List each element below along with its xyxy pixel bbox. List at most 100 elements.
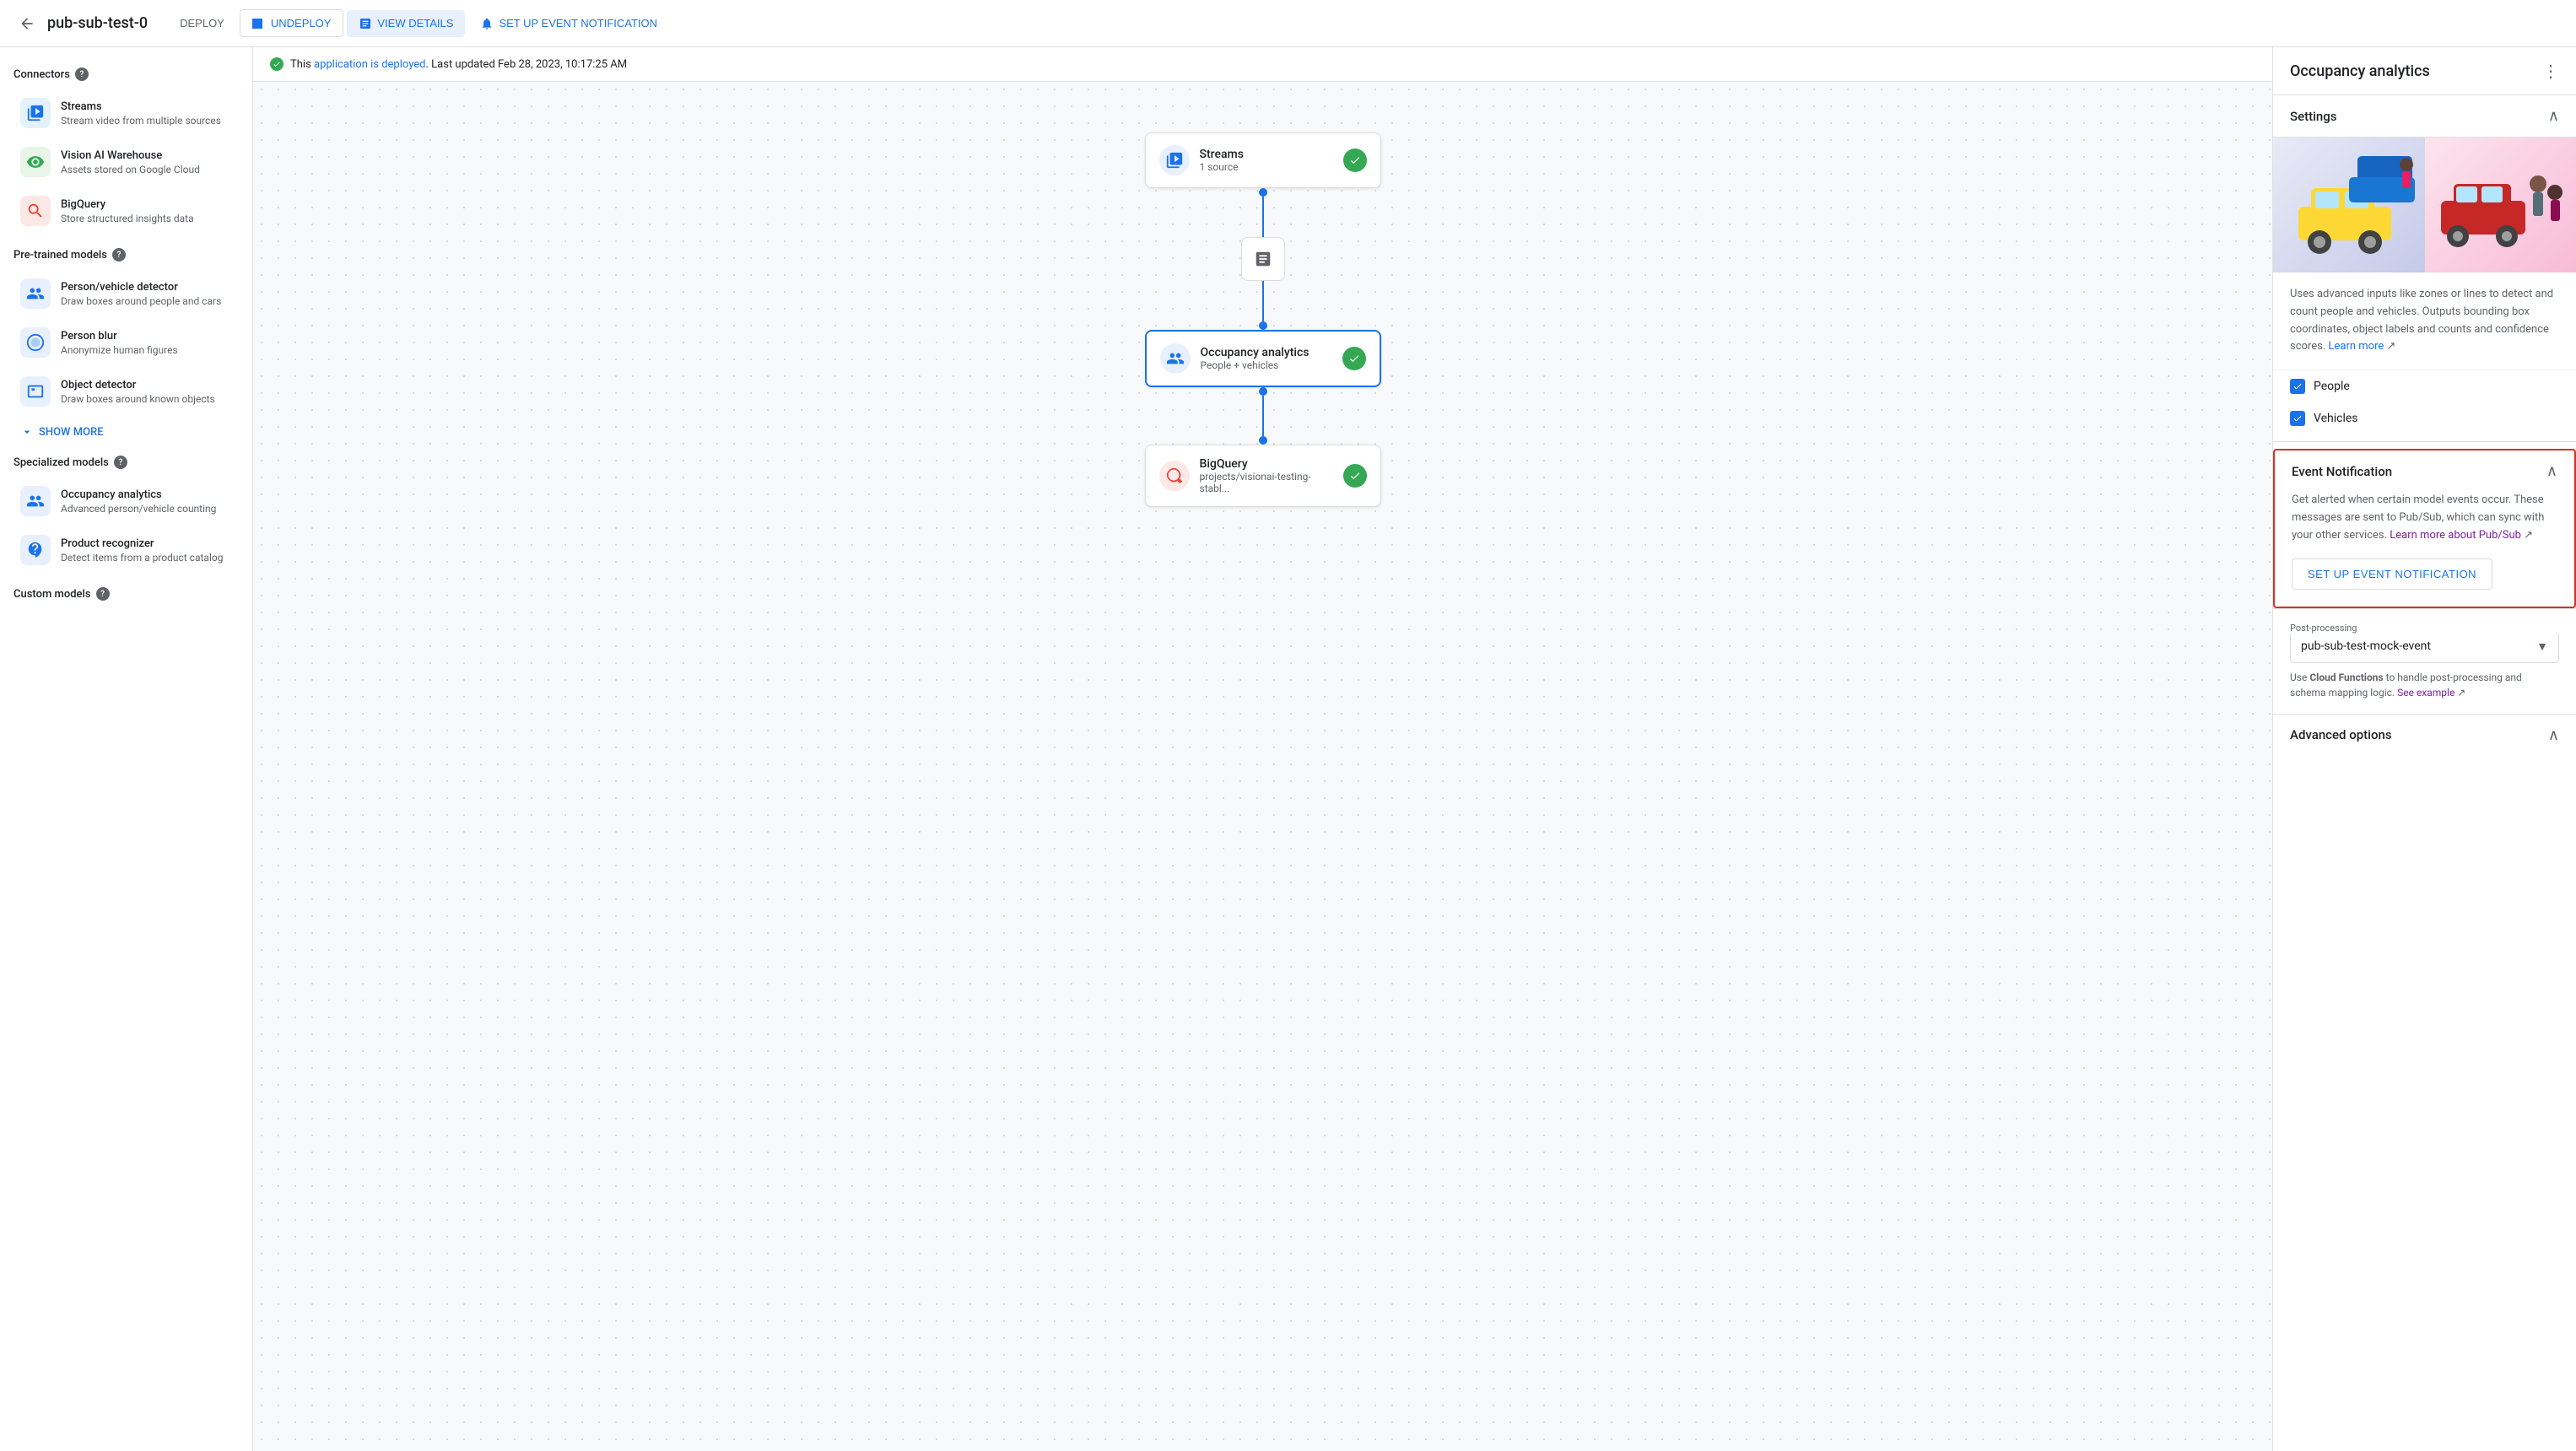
post-processing-select[interactable]: pub-sub-test-mock-event ▼: [2290, 630, 2559, 663]
product-recognizer-desc: Detect items from a product catalog: [61, 552, 232, 564]
connector-1: [1241, 188, 1285, 330]
setup-event-btn[interactable]: SET UP EVENT NOTIFICATION: [2292, 558, 2492, 590]
product-recognizer-title: Product recognizer: [61, 537, 232, 550]
canvas-area: This application is deployed. Last updat…: [253, 47, 2272, 1451]
status-dot: [270, 57, 284, 71]
sidebar: Connectors ? Streams Stream video from m…: [0, 47, 253, 1451]
sidebar-item-occupancy[interactable]: Occupancy analytics Advanced person/vehi…: [7, 477, 246, 525]
sidebar-item-vision-ai[interactable]: Vision AI Warehouse Assets stored on Goo…: [7, 138, 246, 186]
pretrained-help-icon[interactable]: ?: [112, 248, 126, 262]
streams-icon: [20, 98, 51, 128]
sidebar-item-person-blur[interactable]: Person blur Anonymize human figures: [7, 319, 246, 366]
settings-section-header: Settings ∧: [2273, 95, 2576, 138]
panel-menu-icon[interactable]: ⋮: [2542, 61, 2559, 81]
person-blur-title: Person blur: [61, 330, 232, 343]
undeploy-button[interactable]: UNDEPLOY: [240, 9, 344, 37]
advanced-toggle[interactable]: ∧: [2548, 726, 2559, 744]
connectors-help-icon[interactable]: ?: [75, 67, 89, 81]
bigquery-title: BigQuery: [61, 198, 232, 211]
cars-illustration-right: [2433, 142, 2568, 268]
product-recognizer-icon: [20, 535, 51, 565]
vision-ai-icon: [20, 147, 51, 177]
person-vehicle-icon: [20, 278, 51, 309]
bigquery-icon: [20, 196, 51, 226]
occupancy-node-subtitle: People + vehicles: [1201, 359, 1332, 371]
occupancy-icon: [20, 486, 51, 516]
cars-illustration-left: [2282, 139, 2417, 266]
deploy-button[interactable]: DEPLOY: [168, 10, 236, 36]
status-text: This application is deployed. Last updat…: [290, 58, 627, 71]
streams-node-subtitle: 1 source: [1200, 161, 1333, 173]
bigquery-desc: Store structured insights data: [61, 213, 232, 224]
nav-actions: DEPLOY UNDEPLOY VIEW DETAILS SET UP EVEN…: [168, 9, 669, 37]
custom-section-title: Custom models ?: [0, 580, 252, 607]
person-vehicle-title: Person/vehicle detector: [61, 281, 232, 294]
bigquery-flow-node[interactable]: BigQuery projects/visionai-testing-stabl…: [1145, 445, 1381, 507]
view-details-button[interactable]: VIEW DETAILS: [347, 10, 465, 37]
people-checkbox[interactable]: [2290, 379, 2305, 394]
img-left: [2273, 138, 2425, 272]
img-right: [2425, 138, 2576, 272]
post-processing-value: pub-sub-test-mock-event: [2301, 639, 2536, 653]
separator: [2273, 441, 2576, 442]
settings-title: Settings: [2290, 109, 2337, 124]
streams-node-icon: [1159, 145, 1190, 175]
event-desc: Get alerted when certain model events oc…: [2275, 492, 2574, 558]
vehicles-checkbox-row: Vehicles: [2273, 402, 2576, 434]
streams-title: Streams: [61, 100, 232, 113]
sidebar-item-streams[interactable]: Streams Stream video from multiple sourc…: [7, 89, 246, 137]
sidebar-item-product-recognizer[interactable]: Product recognizer Detect items from a p…: [7, 526, 246, 574]
post-processing-label: Post-processing: [2287, 623, 2559, 634]
occupancy-desc: Advanced person/vehicle counting: [61, 503, 232, 515]
back-button[interactable]: [14, 10, 41, 37]
bigquery-node-check: [1343, 464, 1367, 488]
object-detector-desc: Draw boxes around known objects: [61, 393, 232, 405]
panel-header: Occupancy analytics ⋮: [2273, 47, 2576, 95]
custom-help-icon[interactable]: ?: [96, 587, 110, 601]
settings-toggle[interactable]: ∧: [2548, 107, 2559, 125]
vision-ai-title: Vision AI Warehouse: [61, 149, 232, 162]
streams-node-check: [1343, 148, 1367, 172]
streams-desc: Stream video from multiple sources: [61, 115, 232, 127]
occupancy-flow-node[interactable]: Occupancy analytics People + vehicles: [1145, 330, 1381, 387]
event-notification-title: Event Notification: [2292, 464, 2392, 479]
learn-more-link[interactable]: Learn more: [2328, 340, 2384, 353]
deployed-link[interactable]: application is deployed: [314, 58, 426, 71]
specialized-help-icon[interactable]: ?: [114, 456, 127, 469]
sidebar-item-person-vehicle[interactable]: Person/vehicle detector Draw boxes aroun…: [7, 270, 246, 317]
panel-image: [2273, 138, 2576, 272]
transform-node: [1241, 237, 1285, 281]
canvas-content: Streams 1 source: [253, 82, 2272, 588]
connector-2: [1259, 387, 1267, 445]
advanced-options-header: Advanced options ∧: [2273, 715, 2576, 756]
person-blur-desc: Anonymize human figures: [61, 344, 232, 356]
object-detector-title: Object detector: [61, 379, 232, 391]
streams-node-title: Streams: [1200, 148, 1333, 161]
object-detector-icon: [20, 376, 51, 407]
event-section-header: Event Notification ∧: [2275, 450, 2574, 492]
post-processing-desc: Use Cloud Functions to handle post-proce…: [2290, 670, 2559, 700]
pretrained-section-title: Pre-trained models ?: [0, 241, 252, 268]
vehicles-checkbox[interactable]: [2290, 411, 2305, 426]
top-nav: pub-sub-test-0 DEPLOY UNDEPLOY VIEW DETA…: [0, 0, 2576, 47]
post-processing-section: Post-processing pub-sub-test-mock-event …: [2273, 608, 2576, 714]
people-checkbox-row: People: [2273, 370, 2576, 402]
event-notification-section: Event Notification ∧ Get alerted when ce…: [2273, 449, 2576, 607]
specialized-section-title: Specialized models ?: [0, 449, 252, 476]
person-vehicle-desc: Draw boxes around people and cars: [61, 295, 232, 307]
bigquery-node-title: BigQuery: [1200, 457, 1333, 471]
setup-event-notification-button[interactable]: SET UP EVENT NOTIFICATION: [468, 10, 669, 37]
people-label: People: [2314, 380, 2350, 393]
right-panel: Occupancy analytics ⋮ Settings ∧: [2272, 47, 2576, 1451]
panel-desc: Uses advanced inputs like zones or lines…: [2273, 272, 2576, 370]
event-toggle[interactable]: ∧: [2546, 462, 2557, 480]
see-example-link[interactable]: See example: [2397, 687, 2454, 699]
status-bar: This application is deployed. Last updat…: [253, 47, 2272, 82]
occupancy-node-icon: [1160, 343, 1191, 374]
show-more-button[interactable]: SHOW MORE: [7, 418, 246, 445]
sidebar-item-bigquery[interactable]: BigQuery Store structured insights data: [7, 187, 246, 235]
person-blur-icon: [20, 327, 51, 358]
streams-flow-node[interactable]: Streams 1 source: [1145, 132, 1381, 188]
sidebar-item-object-detector[interactable]: Object detector Draw boxes around known …: [7, 368, 246, 415]
pubsub-learn-more-link[interactable]: Learn more about Pub/Sub: [2390, 529, 2521, 542]
